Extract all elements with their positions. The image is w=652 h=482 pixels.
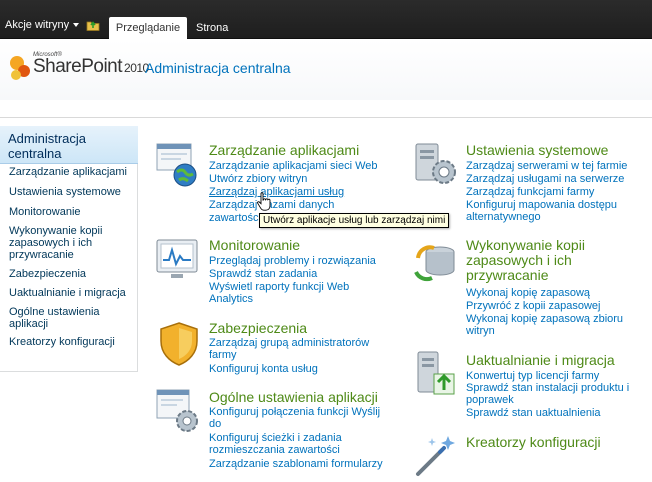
link-manage-content-databases-cont[interactable]: zawartości xyxy=(209,212,261,224)
link-check-install-status[interactable]: Sprawdź stan instalacji produktu i popra… xyxy=(466,382,646,406)
site-actions-menu[interactable]: Akcje witryny xyxy=(5,18,80,32)
section-title-backup[interactable]: Wykonywanie kopii zapasowych i ich przyw… xyxy=(466,238,652,283)
quick-launch-item-upgrade[interactable]: Uaktualnianie i migracja xyxy=(9,287,137,299)
tab-browse[interactable]: Przeglądanie xyxy=(109,17,187,39)
link-manage-farm-features[interactable]: Zarządzaj funkcjami farmy xyxy=(466,186,594,198)
link-manage-service-apps[interactable]: Zarządzaj aplikacjami usług xyxy=(209,186,344,198)
section-title-upgrade[interactable]: Uaktualnianie i migracja xyxy=(466,353,615,368)
sharepoint-logo-icon xyxy=(10,56,30,80)
link-configure-alternate-access[interactable]: Konfiguruj mapowania dostępu alternatywn… xyxy=(466,199,646,223)
link-configure-service-accounts[interactable]: Konfiguruj konta usług xyxy=(209,363,318,375)
link-create-site-collections[interactable]: Utwórz zbiory witryn xyxy=(209,173,307,185)
link-manage-services-on-server[interactable]: Zarządzaj usługami na serwerze xyxy=(466,173,624,185)
chevron-down-icon xyxy=(73,23,80,28)
ribbon: Akcje witryny Przeglądanie Strona xyxy=(0,0,652,39)
link-check-upgrade-status[interactable]: Sprawdź stan uaktualnienia xyxy=(466,407,601,419)
sharepoint-logo[interactable]: Microsoft® SharePoint 2010 xyxy=(8,52,149,84)
quick-launch-item-general[interactable]: Ogólne ustawienia aplikacji xyxy=(9,306,137,330)
link-manage-farm-admins[interactable]: Zarządzaj grupą administratorów farmy xyxy=(209,337,389,361)
link-manage-web-apps[interactable]: Zarządzanie aplikacjami sieci Web xyxy=(209,160,378,172)
quick-launch-item-monitoring[interactable]: Monitorowanie xyxy=(9,206,137,218)
header-divider xyxy=(0,117,652,118)
link-manage-servers[interactable]: Zarządzaj serwerami w tej farmie xyxy=(466,160,627,172)
site-title[interactable]: Administracja centralna xyxy=(145,60,291,76)
link-manage-form-templates[interactable]: Zarządzanie szablonami formularzy xyxy=(209,458,383,470)
application-management-icon xyxy=(156,143,197,187)
quick-launch-item-wizards[interactable]: Kreatorzy konfiguracji xyxy=(9,336,137,348)
quick-launch-item-backup[interactable]: Wykonywanie kopii zapasowych i ich przyw… xyxy=(9,225,137,261)
site-actions-label: Akcje witryny xyxy=(5,19,70,31)
hand-cursor-icon xyxy=(257,192,271,211)
link-convert-license-type[interactable]: Konwertuj typ licencji farmy xyxy=(466,370,599,382)
link-restore-from-backup[interactable]: Przywróć z kopii zapasowej xyxy=(466,300,601,312)
configuration-wizard-icon xyxy=(416,436,455,476)
link-web-analytics-reports[interactable]: Wyświetl raporty funkcji Web Analytics xyxy=(209,281,384,305)
section-title-wizards[interactable]: Kreatorzy konfiguracji xyxy=(466,435,601,450)
system-settings-icon xyxy=(415,143,456,184)
quick-launch: Administracja centralna Zarządzanie apli… xyxy=(0,126,138,372)
navigate-up-icon[interactable] xyxy=(86,18,100,31)
section-title-system-settings[interactable]: Ustawienia systemowe xyxy=(466,143,608,158)
logo-product: SharePoint xyxy=(33,56,123,77)
general-settings-icon xyxy=(156,389,198,432)
tab-page[interactable]: Strona xyxy=(196,17,228,39)
quick-launch-heading[interactable]: Administracja centralna xyxy=(0,126,138,164)
quick-launch-item-app-management[interactable]: Zarządzanie aplikacjami xyxy=(9,166,137,178)
link-check-job-status[interactable]: Sprawdź stan zadania xyxy=(209,268,317,280)
quick-launch-item-security[interactable]: Zabezpieczenia xyxy=(9,268,137,280)
section-title-app-management[interactable]: Zarządzanie aplikacjami xyxy=(209,143,359,158)
monitoring-icon xyxy=(156,239,198,278)
section-title-monitoring[interactable]: Monitorowanie xyxy=(209,238,300,253)
link-review-problems[interactable]: Przeglądaj problemy i rozwiązania xyxy=(209,255,376,267)
quick-launch-heading-label: Administracja centralna xyxy=(8,131,87,161)
link-site-collection-backup[interactable]: Wykonaj kopię zapasową zbioru witryn xyxy=(466,313,646,337)
link-send-to-connections[interactable]: Konfiguruj połączenia funkcji Wyślij do xyxy=(209,406,389,430)
section-title-general-settings[interactable]: Ogólne ustawienia aplikacji xyxy=(209,390,378,405)
security-shield-icon xyxy=(160,322,198,366)
backup-restore-icon xyxy=(414,245,455,282)
tooltip: Utwórz aplikacje usług lub zarządzaj nim… xyxy=(259,213,450,228)
logo-sharepoint-text: SharePoint 2010 xyxy=(33,56,149,78)
quick-launch-item-system-settings[interactable]: Ustawienia systemowe xyxy=(9,186,137,198)
upgrade-migration-icon xyxy=(417,351,455,395)
section-title-security[interactable]: Zabezpieczenia xyxy=(209,321,307,336)
link-content-deployment[interactable]: Konfiguruj ścieżki i zadania rozmieszcza… xyxy=(209,432,389,456)
link-perform-backup[interactable]: Wykonaj kopię zapasową xyxy=(466,287,590,299)
